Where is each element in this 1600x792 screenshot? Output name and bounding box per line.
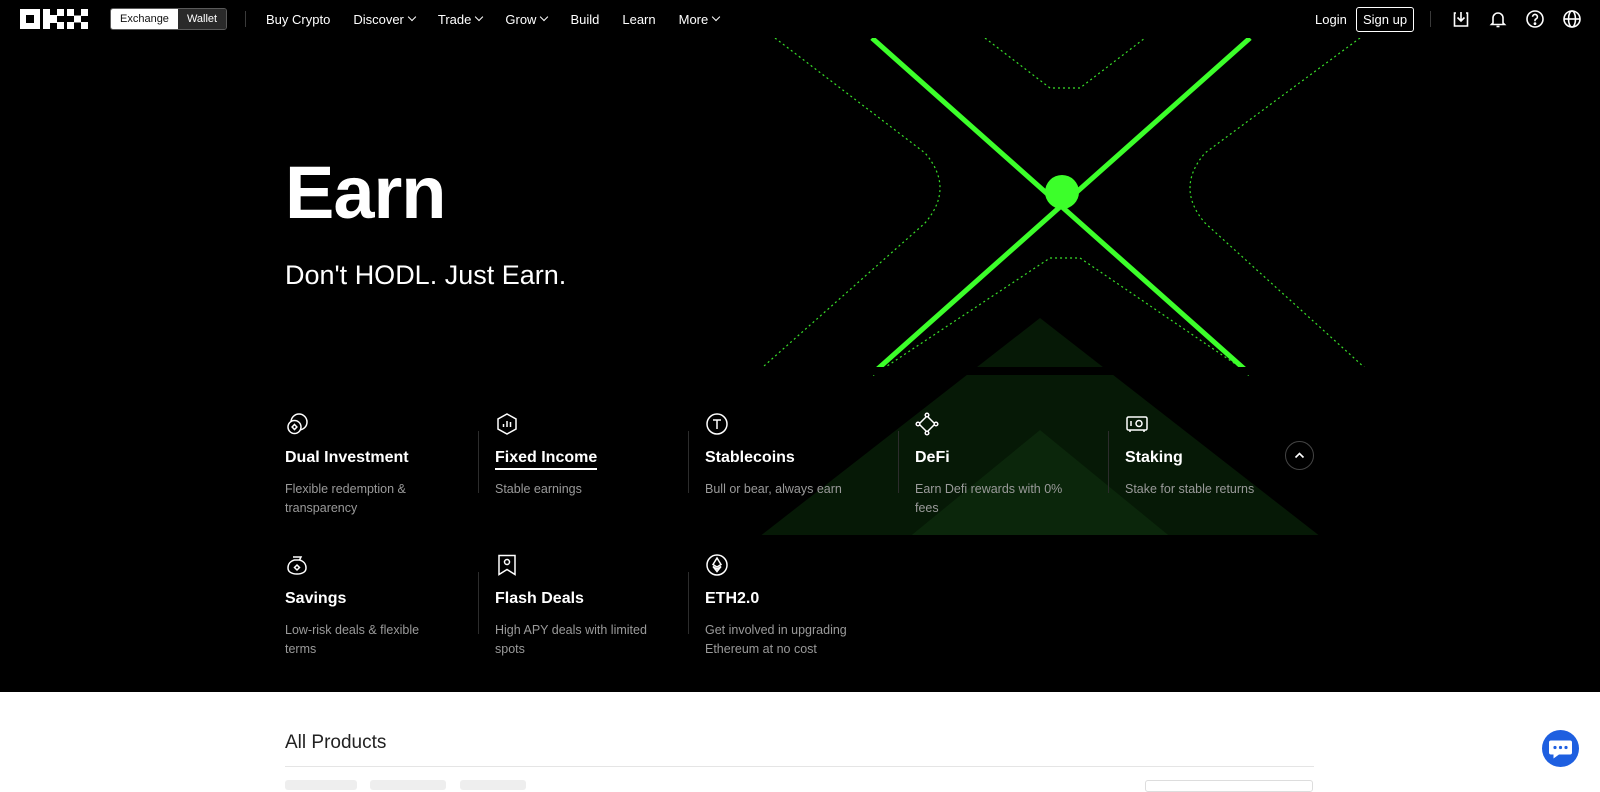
dual-investment-icon [287,413,308,435]
section-title: All Products [285,732,387,753]
flash-deals-icon [498,554,516,576]
globe-icon[interactable] [1562,9,1582,29]
collapse-button[interactable] [1285,441,1314,470]
hero-section: Earn Don't HODL. Just Earn. Dual Investm… [0,38,1600,692]
search-input[interactable] [1145,780,1313,792]
product-eth2[interactable]: ETH2.0 Get involved in upgrading Ethereu… [705,553,905,656]
product-desc: Stake for stable returns [1125,482,1255,496]
menu-trade[interactable]: Trade [438,12,484,27]
nav-divider [1430,11,1431,27]
chat-button[interactable] [1542,730,1579,767]
login-link[interactable]: Login [1315,12,1347,27]
savings-icon [287,556,307,575]
eth-icon [706,554,728,576]
bell-icon[interactable] [1488,9,1508,29]
product-tab[interactable] [285,780,357,790]
menu-learn[interactable]: Learn [622,12,655,27]
product-title: Stablecoins [705,449,795,466]
product-stablecoins[interactable]: Stablecoins Bull or bear, always earn [705,412,905,512]
product-divider [688,431,689,493]
chat-icon [1549,740,1572,759]
product-title: Flash Deals [495,590,584,607]
fixed-income-icon [497,413,517,435]
help-icon[interactable] [1525,9,1545,29]
product-tab[interactable] [370,780,446,790]
chevron-down-icon [475,12,484,22]
exchange-tab[interactable]: Exchange [111,9,178,29]
product-desc: Low-risk deals & flexible terms [285,623,420,656]
defi-icon [915,412,939,436]
chevron-up-icon [1294,452,1305,459]
product-title: Savings [285,590,347,607]
product-title: Fixed Income [495,449,598,470]
product-title: Dual Investment [285,449,409,466]
product-desc: Get involved in upgrading Ethereum at no… [705,623,847,656]
chevron-down-icon [540,12,549,22]
product-desc: Bull or bear, always earn [705,482,842,496]
chevron-down-icon [407,12,417,22]
main-menu: Buy Crypto Discover Trade Grow Build Lea… [266,0,742,38]
chevron-down-icon [711,12,721,22]
product-desc: Stable earnings [495,482,582,496]
product-divider [688,572,689,634]
download-icon[interactable] [1451,9,1471,29]
nav-divider [245,11,246,27]
product-divider [478,431,479,493]
product-title: ETH2.0 [705,590,760,607]
exchange-wallet-toggle: Exchange Wallet [110,8,228,30]
product-dual-investment[interactable]: Dual Investment Flexible redemption & tr… [285,412,485,515]
product-defi[interactable]: DeFi Earn Defi rewards with 0% fees [915,412,1115,515]
stablecoin-icon [706,413,728,435]
page-title: Earn [285,151,447,234]
product-fixed-income[interactable]: Fixed Income Stable earnings [495,412,695,512]
signup-button[interactable]: Sign up [1356,7,1415,32]
product-title: DeFi [915,449,950,466]
product-divider [1108,431,1109,493]
menu-build[interactable]: Build [570,12,599,27]
okx-logo[interactable] [20,9,88,29]
product-divider [478,572,479,634]
product-tab[interactable] [460,780,526,790]
product-desc: Earn Defi rewards with 0% fees [915,482,1063,515]
product-flash-deals[interactable]: Flash Deals High APY deals with limited … [495,553,695,656]
product-title: Staking [1125,449,1183,466]
wallet-tab[interactable]: Wallet [177,9,227,29]
staking-icon [1126,416,1148,432]
product-desc: High APY deals with limited spots [495,623,647,656]
section-divider [285,766,1314,767]
menu-discover[interactable]: Discover [353,12,417,27]
menu-buy-crypto[interactable]: Buy Crypto [266,12,330,27]
menu-more[interactable]: More [679,12,721,27]
product-savings[interactable]: Savings Low-risk deals & flexible terms [285,553,485,656]
product-desc: Flexible redemption & transparency [285,482,406,515]
top-navbar: Exchange Wallet Buy Crypto Discover Trad… [0,0,1600,38]
page-subtitle: Don't HODL. Just Earn. [285,260,567,290]
menu-grow[interactable]: Grow [505,12,549,27]
product-divider [898,431,899,493]
